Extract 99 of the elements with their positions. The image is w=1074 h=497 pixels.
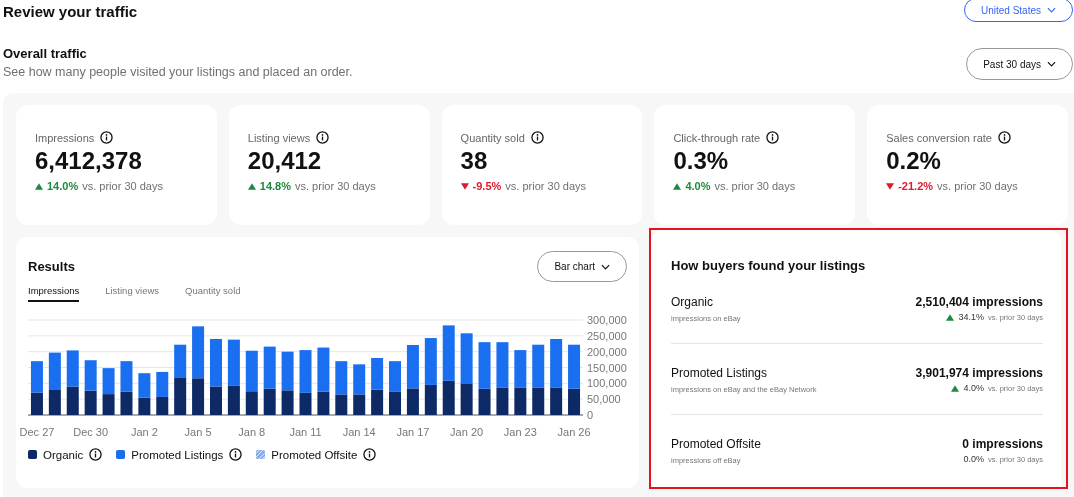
legend-label: Promoted Listings [131, 448, 224, 461]
region-dropdown[interactable]: United States [963, 0, 1073, 22]
bar-segment [84, 360, 97, 391]
x-axis-label: Jan 23 [503, 426, 537, 438]
section-subtitle: See how many people visited your listings and placed an order. [3, 65, 353, 79]
comparison-text: vs. prior 30 days [937, 180, 1018, 192]
change-value: 34.1% [958, 312, 984, 322]
metric-label: Impressions [35, 131, 95, 144]
down-triangle-icon [886, 182, 895, 190]
metric-label: Sales conversion rate [886, 131, 992, 144]
comparison-text: vs. prior 30 days [295, 180, 376, 192]
bar-segment [514, 387, 527, 415]
comparison-text: vs. prior 30 days [505, 180, 587, 192]
chart-type-dropdown[interactable]: Bar chart [537, 251, 627, 282]
metric-label: Click-through rate [673, 131, 761, 144]
metric-label: Quantity sold [460, 131, 525, 144]
bar-segment [30, 392, 43, 415]
impressions-value: 2,510,404 impressions [915, 295, 1043, 309]
bar-segment [371, 389, 384, 415]
bar-segment [514, 350, 527, 388]
chevron-down-icon [1047, 7, 1056, 13]
x-axis-label: Jan 11 [289, 426, 322, 438]
bar-segment [174, 344, 187, 378]
up-triangle-icon [247, 182, 256, 190]
bar-segment [66, 386, 79, 415]
y-axis-label: 250,000 [587, 329, 627, 342]
y-axis-label: 100,000 [587, 377, 627, 390]
change-value: -9.5% [472, 180, 502, 192]
metric-value: 6,412,378 [35, 147, 143, 175]
up-triangle-icon [35, 182, 43, 190]
up-triangle-icon [946, 313, 955, 321]
bar-segment [120, 391, 133, 415]
x-axis-label: Jan 8 [238, 426, 266, 438]
bar-segment [120, 361, 133, 392]
change-value: 4.0% [963, 383, 984, 393]
chevron-down-icon [601, 263, 610, 270]
bar-segment [156, 371, 169, 397]
bar-segment [30, 361, 43, 393]
change-value: 14.8% [259, 180, 291, 192]
info-icon[interactable] [997, 131, 1011, 144]
metric-value: 0.2% [886, 147, 942, 175]
y-axis-label: 200,000 [587, 345, 627, 358]
change-value: -21.2% [898, 180, 934, 192]
up-triangle-icon [951, 384, 960, 392]
x-axis-label: Jan 5 [184, 426, 212, 438]
x-axis-label: Jan 2 [130, 426, 158, 438]
change-value: 4.0% [685, 180, 711, 192]
period-dropdown[interactable]: Past 30 days [966, 48, 1073, 80]
change-value: 14.0% [47, 180, 79, 192]
up-triangle-icon [673, 182, 682, 190]
metric-value: 20,412 [247, 147, 323, 175]
bar-segment [102, 394, 115, 415]
metric-tab[interactable]: Quantity sold [185, 285, 241, 302]
card-title: Results [28, 259, 75, 274]
source-name: Organic [671, 295, 715, 309]
x-axis-label: Jan 17 [396, 426, 430, 438]
bar-segment [138, 373, 151, 398]
info-icon[interactable] [766, 131, 780, 144]
y-axis-label: 50,000 [587, 393, 621, 406]
comparison-text: vs. prior 30 days [82, 180, 163, 192]
y-axis-label: 150,000 [587, 361, 627, 374]
section-title: Overall traffic [3, 46, 88, 61]
info-icon[interactable] [100, 131, 114, 144]
metric-value: 0.3% [673, 147, 730, 175]
source-name: Promoted Listings [671, 366, 769, 380]
y-axis-label: 0 [587, 409, 594, 421]
x-axis-label: Jan 20 [450, 426, 484, 438]
y-axis-label: 300,000 [587, 314, 627, 326]
x-axis-label: Dec 30 [73, 426, 109, 438]
legend-label: Promoted Offsite [271, 448, 358, 461]
bar-segment [371, 358, 384, 390]
metric-tab[interactable]: Listing views [105, 285, 160, 302]
metric-label: Listing views [247, 131, 311, 144]
info-icon[interactable] [530, 131, 544, 144]
info-icon[interactable] [229, 448, 243, 461]
impressions-value: 3,901,974 impressions [915, 366, 1043, 380]
metric-value: 38 [460, 147, 489, 175]
comparison-text: vs. prior 30 days [714, 180, 796, 192]
change-value: 0.0% [963, 454, 984, 464]
impressions-value: 0 impressions [962, 437, 1043, 451]
info-icon[interactable] [316, 131, 330, 144]
down-triangle-icon [460, 182, 469, 190]
x-axis-label: Jan 14 [342, 426, 376, 438]
chevron-down-icon [1047, 61, 1056, 67]
x-axis-label: Dec 27 [19, 426, 55, 438]
bar-segment [84, 390, 97, 415]
info-icon[interactable] [89, 448, 103, 461]
bar-segment [389, 361, 401, 392]
bar-segment [174, 377, 187, 415]
bar-segment [102, 368, 115, 395]
page-title: Review your traffic [3, 3, 138, 20]
x-axis-label: Jan 26 [557, 426, 591, 438]
bar-segment [66, 350, 79, 387]
metric-tab[interactable]: Impressions [28, 285, 80, 302]
info-icon[interactable] [363, 448, 377, 461]
source-name: Promoted Offsite [671, 437, 761, 451]
card-title: How buyers found your listings [671, 258, 867, 273]
legend-label: Organic [43, 448, 84, 461]
bar-segment [389, 391, 401, 415]
